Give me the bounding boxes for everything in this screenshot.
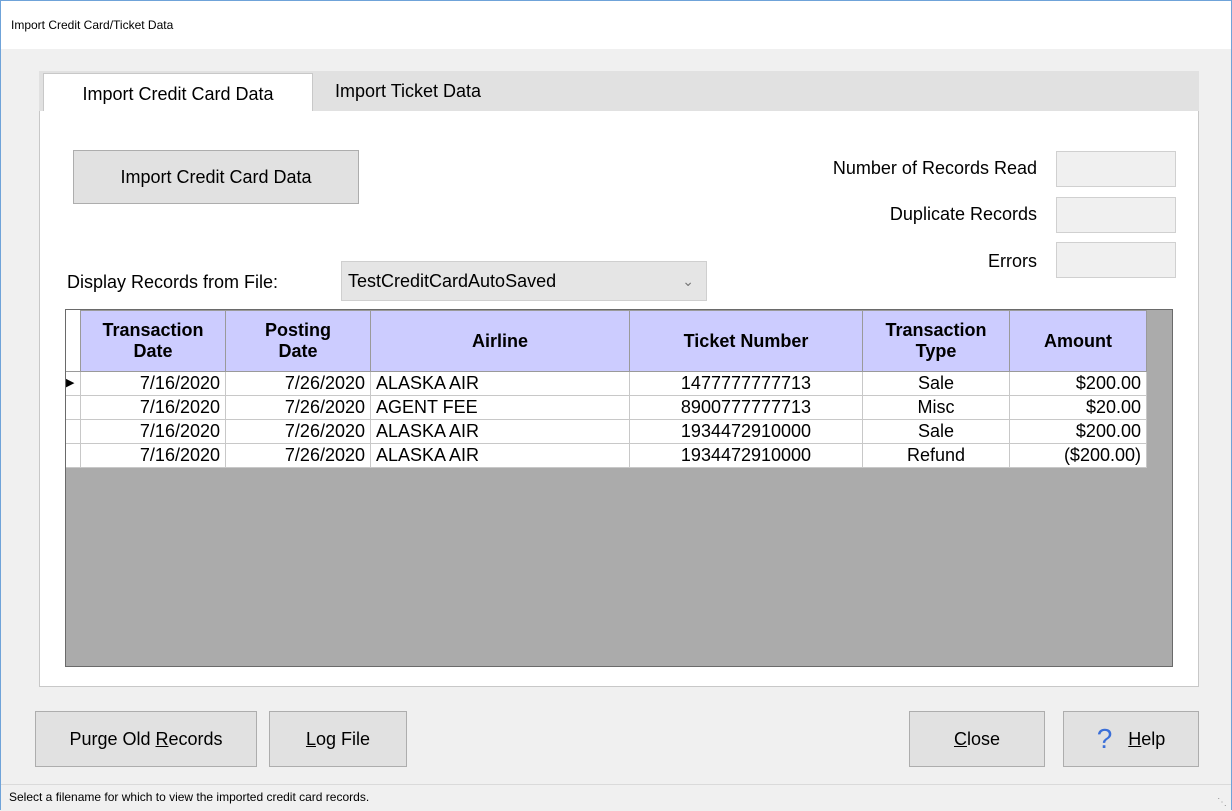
cell-transaction-date: 7/16/2020 [80,395,226,420]
log-file-button[interactable]: Log File [269,711,407,767]
status-text: Select a filename for which to view the … [9,790,370,804]
cell-amount: ($200.00) [1009,443,1147,468]
duplicate-records-field [1056,197,1176,233]
accelerator-key: H [1128,728,1142,749]
errors-field [1056,242,1176,278]
accelerator-key: R [155,728,169,749]
col-label: Type [915,341,957,361]
current-row-marker: ▶ [66,371,81,396]
col-amount[interactable]: Amount [1009,310,1147,372]
cell-transaction-date: 7/16/2020 [80,443,226,468]
col-label: Posting [265,320,331,340]
cell-airline: ALASKA AIR [370,371,630,396]
header-row: Transaction Date Posting Date Airline Tick… [66,310,1147,372]
button-label: og File [315,728,371,749]
col-label: Date [133,341,173,361]
col-ticket-number[interactable]: Ticket Number [629,310,863,372]
close-button[interactable]: Close [909,711,1045,767]
col-label: Date [278,341,318,361]
cell-airline: ALASKA AIR [370,443,630,468]
row-header [66,419,81,444]
title-bar: Import Credit Card/Ticket Data [1,1,1231,49]
file-select-dropdown[interactable]: TestCreditCardAutoSaved ⌄ [341,261,707,301]
cell-posting-date: 7/26/2020 [225,419,371,444]
table-row[interactable]: 7/16/2020 7/26/2020 AGENT FEE 8900777777… [66,395,1147,420]
question-mark-icon: ? [1096,723,1113,754]
records-grid[interactable]: Transaction Date Posting Date Airline Tick… [65,309,1173,667]
cell-transaction-type: Sale [862,371,1010,396]
table-row[interactable]: 7/16/2020 7/26/2020 ALASKA AIR 193447291… [66,443,1147,468]
cell-posting-date: 7/26/2020 [225,443,371,468]
file-select-value: TestCreditCardAutoSaved [348,271,557,291]
window-title: Import Credit Card/Ticket Data [11,18,174,32]
col-label: Airline [471,330,528,351]
col-label: Amount [1044,330,1112,351]
cell-transaction-date: 7/16/2020 [80,371,226,396]
row-header-corner [66,310,81,372]
records-read-field [1056,151,1176,187]
button-label: Purge Old [69,728,156,749]
cell-amount: $20.00 [1009,395,1147,420]
cell-transaction-type: Sale [862,419,1010,444]
chevron-down-icon: ⌄ [682,273,694,289]
import-credit-card-button[interactable]: Import Credit Card Data [73,150,359,204]
errors-label: Errors [988,251,1037,271]
col-transaction-type[interactable]: Transaction Type [862,310,1010,372]
cell-ticket-number: 1934472910000 [629,419,863,444]
cell-ticket-number: 1477777777713 [629,371,863,396]
cell-amount: $200.00 [1009,371,1147,396]
cell-posting-date: 7/26/2020 [225,371,371,396]
status-bar: Select a filename for which to view the … [1,784,1231,811]
records-read-label: Number of Records Read [832,158,1037,178]
cell-transaction-date: 7/16/2020 [80,419,226,444]
records-table: Transaction Date Posting Date Airline Tick… [66,310,1147,468]
cell-ticket-number: 8900777777713 [629,395,863,420]
button-label: elp [1141,728,1166,749]
button-label: ecords [168,728,223,749]
cell-amount: $200.00 [1009,419,1147,444]
tab-strip: Import Credit Card Data Import Ticket Da… [39,71,1199,113]
resize-grip-icon[interactable]: ⋱ [1217,797,1227,808]
cell-ticket-number: 1934472910000 [629,443,863,468]
cell-airline: AGENT FEE [370,395,630,420]
table-row[interactable]: ▶ 7/16/2020 7/26/2020 ALASKA AIR 1477777… [66,371,1147,396]
accelerator-key: L [305,728,316,749]
col-label: Ticket Number [683,330,809,351]
col-airline[interactable]: Airline [370,310,630,372]
cell-transaction-type: Misc [862,395,1010,420]
accelerator-key: C [953,728,967,749]
file-select-label: Display Records from File: [67,272,279,292]
duplicate-records-label: Duplicate Records [889,204,1037,224]
purge-old-records-button[interactable]: Purge Old Records [35,711,257,767]
col-transaction-date[interactable]: Transaction Date [80,310,226,372]
row-header [66,443,81,468]
col-label: Transaction [102,320,204,340]
cell-transaction-type: Refund [862,443,1010,468]
col-posting-date[interactable]: Posting Date [225,310,371,372]
col-label: Transaction [885,320,987,340]
row-header [66,395,81,420]
window: Import Credit Card/Ticket Data Import Cr… [0,0,1232,811]
table-row[interactable]: 7/16/2020 7/26/2020 ALASKA AIR 193447291… [66,419,1147,444]
tab-import-ticket[interactable]: Import Ticket Data [319,71,579,111]
help-button[interactable]: ? Help [1063,711,1199,767]
cell-airline: ALASKA AIR [370,419,630,444]
tab-import-credit-card[interactable]: Import Credit Card Data [43,73,313,113]
button-label: lose [966,728,1001,749]
cell-posting-date: 7/26/2020 [225,395,371,420]
